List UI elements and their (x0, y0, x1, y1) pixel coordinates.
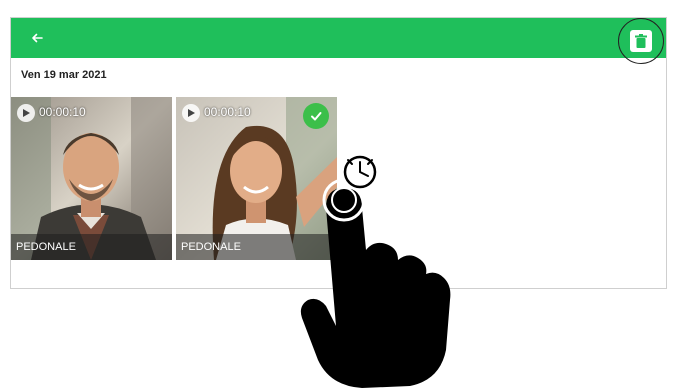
duration-label: 00:00:10 (204, 105, 251, 119)
duration-label: 00:00:10 (39, 105, 86, 119)
recording-thumbnail[interactable]: 00:00:10 PEDONALE (11, 97, 172, 260)
selected-check-icon (303, 103, 329, 129)
back-button[interactable] (25, 26, 49, 50)
trash-icon (635, 34, 647, 48)
delete-highlight-ring (618, 18, 664, 64)
toolbar (11, 18, 666, 64)
play-icon (17, 104, 35, 122)
delete-button[interactable] (630, 30, 652, 52)
arrow-left-icon (32, 33, 43, 43)
caption-bar: PEDONALE (176, 234, 337, 260)
camera-label: PEDONALE (181, 241, 241, 253)
recordings-grid: 00:00:10 PEDONALE 00:00:10 PEDONALE (11, 97, 337, 260)
camera-label: PEDONALE (16, 241, 76, 253)
caption-bar: PEDONALE (11, 234, 172, 260)
date-header: Ven 19 mar 2021 (21, 69, 107, 81)
recording-thumbnail[interactable]: 00:00:10 PEDONALE (176, 97, 337, 260)
app-window: Ven 19 mar 2021 00:00:10 PEDONALE 00:00:… (10, 17, 667, 289)
play-icon (182, 104, 200, 122)
